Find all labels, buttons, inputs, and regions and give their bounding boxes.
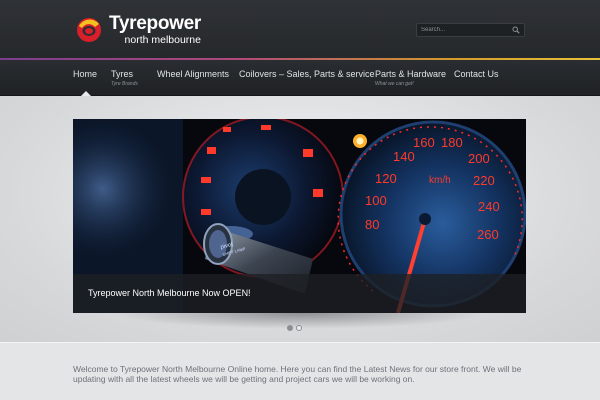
slider-dot-2[interactable] — [296, 325, 302, 331]
gauge-label: 120 — [375, 171, 397, 186]
gauge-label: 260 — [477, 227, 499, 242]
nav-sublabel: Tyre Brands — [111, 81, 138, 87]
slide-caption-bar: Tyrepower North Melbourne Now OPEN! — [73, 274, 526, 313]
search-icon[interactable] — [512, 26, 520, 34]
site-header: Tyrepower north melbourne — [0, 0, 600, 60]
gauge-unit: km/h — [429, 175, 451, 186]
nav-item-wheel-alignments[interactable]: Wheel Alignments — [157, 69, 229, 79]
nav-sublabel: What we can get! — [375, 81, 414, 87]
nav-item-contact-us[interactable]: Contact Us — [454, 69, 499, 79]
slider-dot-1[interactable] — [287, 325, 293, 331]
welcome-text: Welcome to Tyrepower North Melbourne Onl… — [73, 364, 522, 384]
nav-item-tyres[interactable]: Tyres Tyre Brands — [111, 69, 138, 87]
content-section: Welcome to Tyrepower North Melbourne Onl… — [0, 342, 600, 400]
nav-item-home[interactable]: Home — [73, 69, 97, 79]
gauge-label: 100 — [365, 193, 387, 208]
gauge-label: 140 — [393, 149, 415, 164]
search-box — [416, 23, 525, 37]
search-input[interactable] — [421, 27, 512, 33]
tyrepower-logo-icon — [77, 18, 101, 42]
hero-slider[interactable]: 160 180 140 200 120 220 100 240 80 260 k… — [73, 119, 526, 313]
gauge-label: 200 — [468, 151, 490, 166]
gauge-label: 180 — [441, 135, 463, 150]
gauge-label: 160 — [413, 135, 435, 150]
logo-title: Tyrepower — [109, 13, 201, 35]
nav-label: Contact Us — [454, 69, 499, 79]
gauge-label: 220 — [473, 173, 495, 188]
gauge-label: 80 — [365, 217, 379, 232]
nav-label: Coilovers – Sales, Parts & service — [239, 69, 375, 79]
slide-caption[interactable]: Tyrepower North Melbourne Now OPEN! — [88, 288, 251, 298]
nav-label: Parts & Hardware — [375, 69, 447, 79]
slider-pagination — [287, 325, 302, 331]
nav-label: Home — [73, 69, 98, 79]
gauge-label: 240 — [478, 199, 500, 214]
nav-label: Tyres — [111, 69, 134, 79]
nav-item-parts-hardware[interactable]: Parts & Hardware What we can get! — [375, 69, 446, 87]
logo-subtitle: north melbourne — [124, 34, 201, 47]
nav-label: Wheel Alignments — [157, 69, 230, 79]
site-logo[interactable]: Tyrepower north melbourne — [75, 14, 201, 46]
nav-item-coilovers[interactable]: Coilovers – Sales, Parts & service — [239, 69, 375, 79]
